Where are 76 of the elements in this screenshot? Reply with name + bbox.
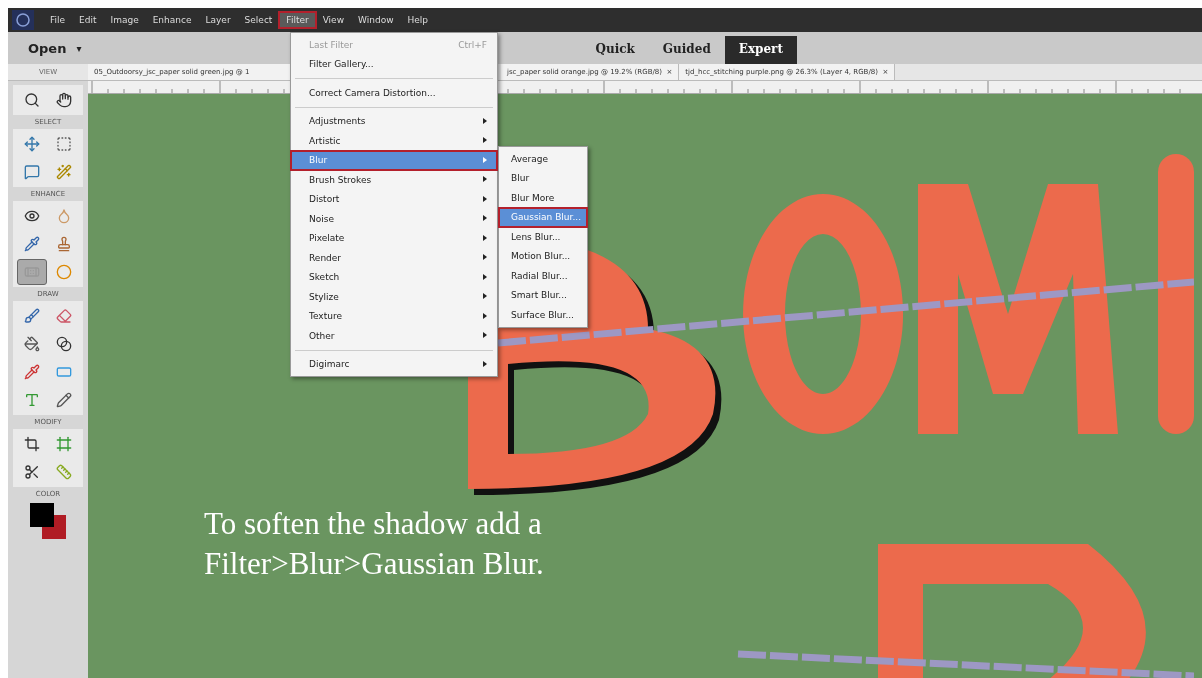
menu-item[interactable]: Layer bbox=[199, 13, 237, 27]
menu-item[interactable]: Edit bbox=[73, 13, 103, 27]
submenu-item[interactable]: Sketch bbox=[291, 267, 497, 287]
eraser-icon bbox=[56, 308, 72, 324]
marquee-icon bbox=[56, 136, 72, 152]
crop-icon bbox=[24, 436, 40, 452]
submenu-arrow-icon bbox=[483, 312, 487, 320]
menu-item[interactable]: Filter Gallery... bbox=[291, 54, 497, 74]
open-dropdown-caret[interactable]: ▾ bbox=[76, 43, 82, 64]
submenu-arrow-icon bbox=[483, 293, 487, 301]
menu-item[interactable]: Average bbox=[499, 149, 587, 169]
submenu-arrow-icon bbox=[483, 215, 487, 223]
submenu-item[interactable]: Digimarc bbox=[291, 354, 497, 374]
submenu-item[interactable]: Stylize bbox=[291, 287, 497, 307]
lasso-icon bbox=[24, 164, 40, 180]
menu-item[interactable]: View bbox=[316, 13, 350, 27]
submenu-item[interactable]: Artistic bbox=[291, 131, 497, 151]
menu-item[interactable]: Blur More bbox=[499, 188, 587, 208]
submenu-arrow-icon bbox=[483, 234, 487, 242]
menu-item[interactable]: Image bbox=[104, 13, 145, 27]
eye-icon bbox=[24, 208, 40, 224]
submenu-item[interactable]: Brush Strokes bbox=[291, 170, 497, 190]
menu-item[interactable]: Motion Blur... bbox=[499, 246, 587, 266]
frame-icon bbox=[56, 436, 72, 452]
submenu-item[interactable]: Adjustments bbox=[291, 111, 497, 131]
zoom-icon bbox=[24, 92, 40, 108]
submenu-arrow-icon bbox=[483, 156, 487, 164]
submenu-item[interactable]: Pixelate bbox=[291, 228, 497, 248]
pencil-icon bbox=[56, 392, 72, 408]
app-logo-icon bbox=[12, 10, 34, 30]
submenu-arrow-icon bbox=[483, 176, 487, 184]
submenu-arrow-icon bbox=[483, 360, 487, 368]
submenu-arrow-icon bbox=[483, 332, 487, 340]
submenu-arrow-icon bbox=[483, 254, 487, 262]
submenu-arrow-icon bbox=[483, 117, 487, 125]
caption-text: To soften the shadow add a bbox=[204, 505, 543, 543]
submenu-item[interactable]: Texture bbox=[291, 306, 497, 326]
menu-item[interactable]: Blur bbox=[499, 168, 587, 188]
stamp-icon bbox=[56, 236, 72, 252]
menu-item[interactable]: Radial Blur... bbox=[499, 266, 587, 286]
submenu-arrow-icon bbox=[483, 137, 487, 145]
scissors-icon bbox=[24, 464, 40, 480]
menu-item[interactable]: Select bbox=[238, 13, 279, 27]
color-swatches-drawing[interactable] bbox=[28, 501, 68, 541]
mode-tab[interactable]: Guided bbox=[648, 36, 725, 64]
type-icon bbox=[24, 392, 40, 408]
menu-item[interactable]: Lens Blur... bbox=[499, 227, 587, 247]
open-button[interactable]: Open bbox=[8, 41, 77, 64]
brush-icon bbox=[24, 308, 40, 324]
menu-item[interactable]: Correct Camera Distortion... bbox=[291, 83, 497, 103]
mode-tab[interactable]: Expert bbox=[724, 36, 797, 64]
menu-item[interactable]: Filter bbox=[280, 13, 315, 27]
caption-text: Filter>Blur>Gaussian Blur. bbox=[204, 545, 544, 583]
submenu-item[interactable]: Other bbox=[291, 326, 497, 346]
submenu-item[interactable]: Distort bbox=[291, 189, 497, 209]
mode-tab[interactable]: Quick bbox=[581, 36, 649, 64]
circle-icon bbox=[56, 264, 72, 280]
blob-icon bbox=[56, 208, 72, 224]
menu-item[interactable]: Help bbox=[401, 13, 435, 27]
ruler-icon bbox=[56, 464, 72, 480]
wand-icon bbox=[56, 164, 72, 180]
menu-item[interactable]: File bbox=[44, 13, 72, 27]
dropper-icon bbox=[24, 236, 40, 252]
menu-item[interactable]: Smart Blur... bbox=[499, 285, 587, 305]
dropper-icon bbox=[24, 364, 40, 380]
rectangle-icon bbox=[56, 364, 72, 380]
submenu-arrow-icon bbox=[483, 273, 487, 281]
submenu-item[interactable]: Render bbox=[291, 248, 497, 268]
move-icon bbox=[24, 136, 40, 152]
menu-item[interactable]: Surface Blur... bbox=[499, 305, 587, 325]
submenu-arrow-icon bbox=[483, 195, 487, 203]
bucket-icon bbox=[24, 336, 40, 352]
menu-item[interactable]: Window bbox=[352, 13, 400, 27]
submenu-item[interactable]: Noise bbox=[291, 209, 497, 229]
menu-item[interactable]: Enhance bbox=[146, 13, 198, 27]
hand-icon bbox=[56, 92, 72, 108]
